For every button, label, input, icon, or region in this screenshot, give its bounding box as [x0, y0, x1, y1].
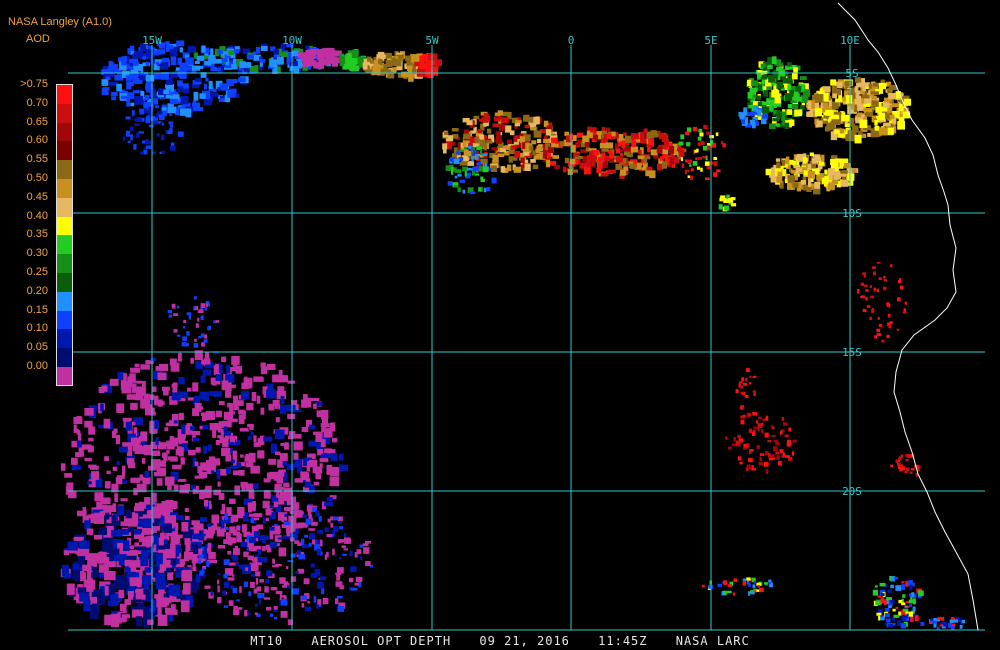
legend-label: 0.20	[26, 284, 48, 297]
legend-label: 0.40	[26, 209, 48, 222]
grid-label: 10E	[840, 34, 860, 47]
footer-product: MT10	[250, 634, 284, 648]
legend-label: >0.75	[20, 78, 48, 90]
legend-label: 0.05	[26, 341, 48, 354]
legend-label: 0.50	[26, 172, 48, 184]
grid-label: 20S	[842, 485, 862, 498]
legend-label: 0.00	[26, 360, 48, 372]
grid-label: 5W	[425, 34, 439, 47]
product-label: AOD	[26, 33, 50, 45]
legend-label: 0.60	[26, 134, 48, 147]
footer-caption: MT10 AEROSOL OPT DEPTH 09 21, 2016 11:45…	[0, 634, 1000, 650]
legend-label: 0.10	[26, 322, 48, 335]
footer-time: 11:45Z	[598, 634, 648, 648]
footer-title: AEROSOL OPT DEPTH	[311, 634, 452, 648]
legend-label: 0.35	[26, 228, 48, 241]
grid-label: 15S	[842, 346, 862, 359]
legend-label: 0.65	[26, 115, 48, 128]
grid-label: 5S	[845, 67, 858, 80]
aod-map: 15W 10W 5W 0 5E 10E 5S 10S 15S 20S	[0, 0, 1000, 650]
grid-label: 10S	[842, 207, 862, 220]
source-label: NASA Langley (A1.0)	[8, 16, 112, 28]
legend-label: 0.45	[26, 190, 48, 203]
grid-label: 5E	[704, 34, 717, 47]
legend-label: 0.15	[26, 303, 48, 316]
footer-date: 09 21, 2016	[479, 634, 570, 648]
footer-credit: NASA LARC	[675, 634, 750, 648]
grid-label: 0	[568, 34, 575, 47]
legend-label: 0.70	[26, 96, 48, 109]
legend-label: 0.30	[26, 247, 48, 260]
legend-label: 0.25	[26, 266, 48, 278]
legend-label: 0.55	[26, 153, 48, 166]
legend-frame	[56, 84, 73, 386]
grid-label: 10W	[282, 34, 302, 47]
grid-label: 15W	[142, 34, 162, 47]
